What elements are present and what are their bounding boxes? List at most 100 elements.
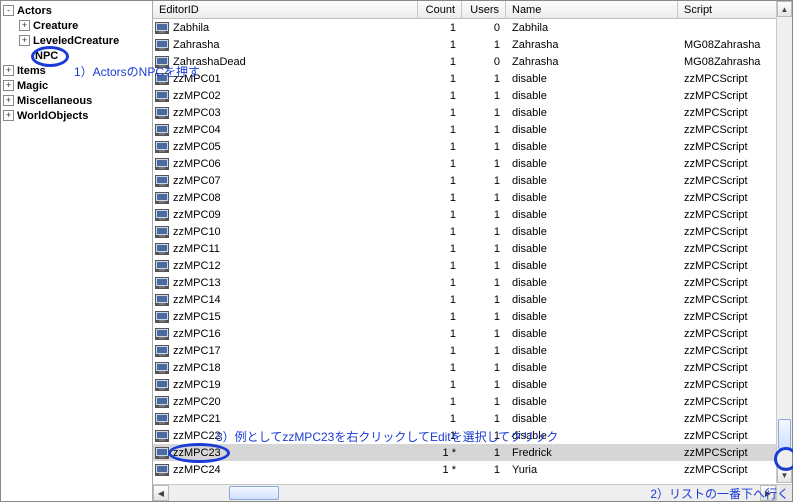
expand-icon[interactable]: + <box>3 65 14 76</box>
col-header-editorid[interactable]: EditorID <box>153 1 418 18</box>
table-row[interactable]: zzMPC1011disablezzMPCScript <box>153 223 792 240</box>
cell-count: 1 <box>418 362 462 374</box>
cell-users: 1 <box>462 396 506 408</box>
tree-item-magic[interactable]: + Magic <box>3 78 152 93</box>
cell-editorid: zzMPC07 <box>153 175 418 187</box>
scroll-up-button[interactable]: ▲ <box>777 1 792 17</box>
scroll-down-button[interactable]: ▼ <box>777 467 792 483</box>
cell-script: zzMPCScript <box>678 107 792 119</box>
npc-icon <box>155 124 169 136</box>
cell-editorid: Zabhila <box>153 22 418 34</box>
expand-icon[interactable]: + <box>3 95 14 106</box>
scroll-thumb[interactable] <box>229 486 279 500</box>
cell-name: Zahrasha <box>506 39 678 51</box>
tree-item-leveledcreature[interactable]: + LeveledCreature <box>19 33 152 48</box>
cell-name: disable <box>506 430 678 442</box>
table-row[interactable]: zzMPC2011disablezzMPCScript <box>153 393 792 410</box>
cell-script: zzMPCScript <box>678 260 792 272</box>
tree-item-creature[interactable]: + Creature <box>19 18 152 33</box>
cell-editorid: zzMPC13 <box>153 277 418 289</box>
cell-editorid: zzMPC05 <box>153 141 418 153</box>
npc-icon <box>155 39 169 51</box>
cell-editorid: zzMPC14 <box>153 294 418 306</box>
tree-item-miscellaneous[interactable]: + Miscellaneous <box>3 93 152 108</box>
list-header: EditorID Count Users Name Script <box>153 1 792 19</box>
collapse-icon[interactable]: - <box>3 5 14 16</box>
cell-script: zzMPCScript <box>678 277 792 289</box>
table-row[interactable]: zzMPC1211disablezzMPCScript <box>153 257 792 274</box>
cell-users: 0 <box>462 22 506 34</box>
vertical-scrollbar[interactable]: ▲ ▼ <box>776 1 792 483</box>
cell-users: 1 <box>462 379 506 391</box>
tree-item-items[interactable]: + Items <box>3 63 152 78</box>
horizontal-scrollbar[interactable]: ◀ ▶ <box>153 484 792 501</box>
scroll-track[interactable] <box>169 485 760 501</box>
cell-script: zzMPCScript <box>678 124 792 136</box>
editorid-text: zzMPC08 <box>173 192 221 204</box>
scroll-track[interactable] <box>777 17 792 467</box>
cell-count: 1 <box>418 192 462 204</box>
table-row[interactable]: zzMPC0311disablezzMPCScript <box>153 104 792 121</box>
scroll-thumb[interactable] <box>778 419 791 449</box>
table-row[interactable]: zzMPC0711disablezzMPCScript <box>153 172 792 189</box>
table-row[interactable]: ZahrashaDead10ZahrashaMG08Zahrasha <box>153 53 792 70</box>
table-row[interactable]: zzMPC1311disablezzMPCScript <box>153 274 792 291</box>
cell-editorid: zzMPC15 <box>153 311 418 323</box>
npc-icon <box>155 396 169 408</box>
table-row[interactable]: zzMPC2211disablezzMPCScript <box>153 427 792 444</box>
table-row[interactable]: zzMPC1111disablezzMPCScript <box>153 240 792 257</box>
tree-pane: - Actors + Creature + LeveledCreature NP… <box>1 1 153 501</box>
table-row[interactable]: zzMPC0111disablezzMPCScript <box>153 70 792 87</box>
col-header-count[interactable]: Count <box>418 1 462 18</box>
col-header-script[interactable]: Script <box>678 1 792 18</box>
expand-icon[interactable]: + <box>3 80 14 91</box>
table-row[interactable]: zzMPC1811disablezzMPCScript <box>153 359 792 376</box>
cell-script: zzMPCScript <box>678 328 792 340</box>
table-row[interactable]: zzMPC1911disablezzMPCScript <box>153 376 792 393</box>
scroll-left-button[interactable]: ◀ <box>153 485 169 501</box>
expand-icon[interactable]: + <box>19 20 30 31</box>
tree-item-npc[interactable]: NPC <box>19 48 152 63</box>
tree-item-worldobjects[interactable]: + WorldObjects <box>3 108 152 123</box>
table-row[interactable]: zzMPC231 *1FredrickzzMPCScript <box>153 444 792 461</box>
tree-item-label: WorldObjects <box>17 110 88 122</box>
table-row[interactable]: zzMPC0811disablezzMPCScript <box>153 189 792 206</box>
cell-editorid: zzMPC20 <box>153 396 418 408</box>
editorid-text: zzMPC10 <box>173 226 221 238</box>
cell-users: 1 <box>462 209 506 221</box>
cell-name: Zabhila <box>506 22 678 34</box>
table-row[interactable]: zzMPC1411disablezzMPCScript <box>153 291 792 308</box>
scroll-right-button[interactable]: ▶ <box>760 485 776 501</box>
cell-editorid: zzMPC04 <box>153 124 418 136</box>
table-row[interactable]: zzMPC1611disablezzMPCScript <box>153 325 792 342</box>
cell-editorid: ZahrashaDead <box>153 56 418 68</box>
col-header-users[interactable]: Users <box>462 1 506 18</box>
expand-icon[interactable]: + <box>19 35 30 46</box>
cell-editorid: zzMPC06 <box>153 158 418 170</box>
editorid-text: zzMPC14 <box>173 294 221 306</box>
table-row[interactable]: zzMPC241 *1YuriazzMPCScript <box>153 461 792 478</box>
table-row[interactable]: Zahrasha11ZahrashaMG08Zahrasha <box>153 36 792 53</box>
table-row[interactable]: zzMPC2111disablezzMPCScript <box>153 410 792 427</box>
table-row[interactable]: zzMPC1511disablezzMPCScript <box>153 308 792 325</box>
expand-icon[interactable]: + <box>3 110 14 121</box>
table-row[interactable]: zzMPC0911disablezzMPCScript <box>153 206 792 223</box>
cell-name: disable <box>506 107 678 119</box>
cell-users: 1 <box>462 311 506 323</box>
cell-script: zzMPCScript <box>678 192 792 204</box>
editorid-text: zzMPC11 <box>173 243 220 255</box>
table-row[interactable]: zzMPC0511disablezzMPCScript <box>153 138 792 155</box>
npc-icon <box>155 260 169 272</box>
col-header-name[interactable]: Name <box>506 1 678 18</box>
editorid-text: zzMPC16 <box>173 328 221 340</box>
cell-name: Yuria <box>506 464 678 476</box>
cell-count: 1 <box>418 345 462 357</box>
table-row[interactable]: zzMPC1711disablezzMPCScript <box>153 342 792 359</box>
cell-editorid: zzMPC19 <box>153 379 418 391</box>
tree-root-actors[interactable]: - Actors <box>3 3 152 18</box>
table-row[interactable]: zzMPC0611disablezzMPCScript <box>153 155 792 172</box>
table-row[interactable]: Zabhila10Zabhila <box>153 19 792 36</box>
table-row[interactable]: zzMPC0211disablezzMPCScript <box>153 87 792 104</box>
cell-script: zzMPCScript <box>678 430 792 442</box>
table-row[interactable]: zzMPC0411disablezzMPCScript <box>153 121 792 138</box>
